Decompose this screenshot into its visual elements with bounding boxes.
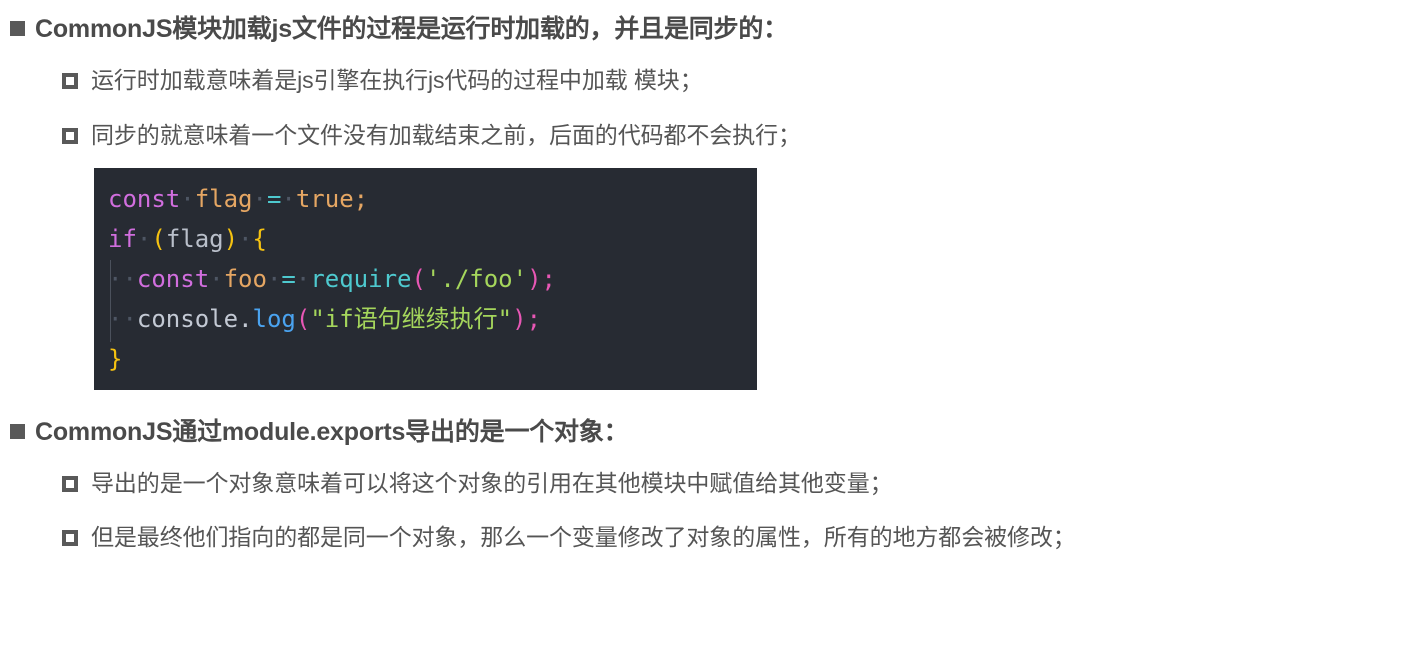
bullet-text: 运行时加载意味着是js引擎在执行js代码的过程中加载 模块； <box>91 67 703 93</box>
code-token: · <box>281 184 296 213</box>
code-token: require <box>310 264 412 293</box>
code-token: · <box>238 224 253 253</box>
code-token: './foo' <box>425 264 528 293</box>
code-token: { <box>252 224 267 253</box>
code-token: · <box>252 184 267 213</box>
hollow-square-bullet-icon <box>62 475 78 492</box>
bullet-level1-commonjs-load: CommonJS模块加载js文件的过程是运行时加载的，并且是同步的： <box>0 14 1413 44</box>
code-token: ·· <box>108 304 137 333</box>
bullet-text: CommonJS通过module.exports导出的是一个对象： <box>35 417 629 446</box>
code-token: ( <box>295 304 311 333</box>
bullet-level2-object-reference: 导出的是一个对象意味着可以将这个对象的引用在其他模块中赋值给其他变量； <box>0 469 1413 498</box>
code-token: flag <box>194 184 253 213</box>
code-token: true <box>295 184 354 213</box>
code-token: · <box>136 224 152 253</box>
code-token: if <box>108 224 137 253</box>
code-token: = <box>266 184 282 213</box>
code-line: ·· console. log("if语句继续执行"); <box>94 299 757 342</box>
code-token: const <box>136 264 210 293</box>
bullet-text: 导出的是一个对象意味着可以将这个对象的引用在其他模块中赋值给其他变量； <box>91 469 893 496</box>
hollow-square-bullet-icon <box>62 73 78 89</box>
code-line: } <box>94 340 757 380</box>
code-token: · <box>209 264 224 293</box>
bullet-level2-runtime-load: 运行时加载意味着是js引擎在执行js代码的过程中加载 模块； <box>0 66 1413 95</box>
code-token: ) <box>223 224 239 253</box>
code-token: ; <box>526 304 542 333</box>
hollow-square-bullet-icon <box>62 530 78 547</box>
bullet-level2-same-object: 但是最终他们指向的都是同一个对象，那么一个变量修改了对象的属性，所有的地方都会被… <box>0 523 1413 552</box>
bullet-text: 同步的就意味着一个文件没有加载结束之前，后面的代码都不会执行； <box>91 121 801 148</box>
code-token: . <box>238 304 253 333</box>
code-token: const <box>108 184 181 213</box>
code-token: } <box>108 344 123 373</box>
bullet-level2-synchronous: 同步的就意味着一个文件没有加载结束之前，后面的代码都不会执行； <box>0 121 1413 150</box>
code-token: ( <box>151 224 166 253</box>
filled-square-bullet-icon <box>10 423 25 439</box>
code-token: ; <box>353 184 369 213</box>
code-token: flag <box>165 224 224 253</box>
code-lines: const · flag · = · true; if ·(flag) ·{·· const · foo… <box>94 180 757 380</box>
slide-canvas: CommonJS模块加载js文件的过程是运行时加载的，并且是同步的： 运行时加载… <box>0 0 1413 653</box>
bullet-text: CommonJS模块加载js文件的过程是运行时加载的，并且是同步的： <box>35 15 788 43</box>
code-token: log <box>252 304 296 333</box>
code-token: ; <box>541 264 556 293</box>
code-block: const · flag · = · true; if ·(flag) ·{·· const · foo… <box>94 167 757 390</box>
code-token: "if语句继续执行" <box>310 304 513 333</box>
bullet-text: 但是最终他们指向的都是同一个对象，那么一个变量修改了对象的属性，所有的地方都会被… <box>91 524 1076 551</box>
code-token: ) <box>512 304 527 333</box>
filled-square-bullet-icon <box>10 21 25 36</box>
code-token: ) <box>527 264 542 293</box>
bullet-level1-module-exports: CommonJS通过module.exports导出的是一个对象： <box>0 417 1413 447</box>
code-token: · <box>295 264 311 293</box>
code-token: foo <box>223 264 267 293</box>
code-token: ( <box>411 264 426 293</box>
code-token: ·· <box>108 264 137 293</box>
code-token: · <box>266 264 282 293</box>
code-token: = <box>281 264 296 293</box>
code-token: console <box>136 304 239 333</box>
hollow-square-bullet-icon <box>62 127 78 144</box>
code-token: · <box>180 184 195 213</box>
code-line: if ·(flag) ·{ <box>94 220 757 260</box>
code-line: ·· const · foo · = · require('./foo'); <box>94 259 757 302</box>
code-line: const · flag · = · true; <box>94 180 757 220</box>
